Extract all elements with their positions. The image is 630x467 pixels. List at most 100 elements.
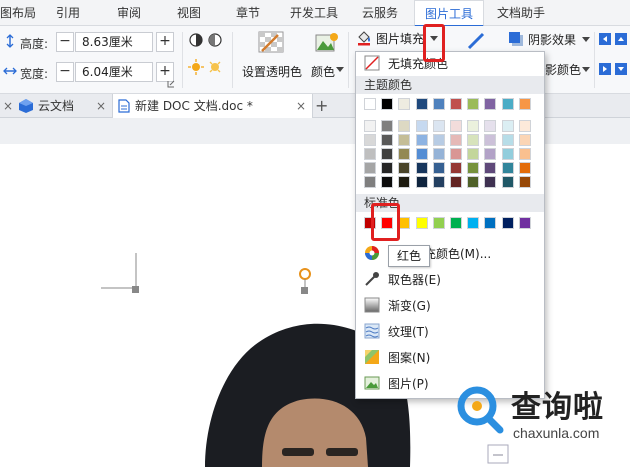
theme-shade-swatch[interactable] [433,134,445,146]
theme-shade-swatch[interactable] [450,162,462,174]
set-transparent-button[interactable]: 设置透明色 [242,63,302,80]
theme-shade-swatch[interactable] [398,134,410,146]
tab-doc-assistant[interactable]: 文档助手 [497,0,545,26]
theme-shade-swatch[interactable] [519,176,531,188]
tab-cloud-service[interactable]: 云服务 [362,0,398,26]
chevron-down-icon[interactable] [336,67,344,73]
theme-color-swatch[interactable] [433,98,445,110]
width-decrease-button[interactable]: − [56,62,74,82]
standard-color-swatch[interactable] [502,217,514,229]
theme-shade-swatch[interactable] [433,162,445,174]
dialog-launcher-icon[interactable] [167,80,175,88]
width-input[interactable]: 6.04厘米 [75,62,153,82]
shadow-effect-button[interactable]: 阴影效果 [528,31,576,48]
tab-layout[interactable]: 图布局 [0,0,36,26]
theme-shade-swatch[interactable] [381,162,393,174]
tab-review[interactable]: 审阅 [117,0,141,26]
theme-shade-swatch[interactable] [433,120,445,132]
theme-shade-swatch[interactable] [416,176,428,188]
shadow-effect-dropdown-icon[interactable] [582,37,590,43]
theme-color-swatch[interactable] [502,98,514,110]
brightness-up-icon[interactable] [188,59,204,75]
tab-picture-tools[interactable]: 图片工具 [414,0,485,27]
theme-shade-swatch[interactable] [502,120,514,132]
theme-color-swatch[interactable] [381,98,393,110]
theme-shade-swatch[interactable] [467,148,479,160]
theme-shade-swatch[interactable] [467,162,479,174]
theme-shade-swatch[interactable] [381,134,393,146]
theme-shade-swatch[interactable] [502,148,514,160]
eyedropper-item[interactable]: 取色器(E) [356,266,544,292]
theme-shade-swatch[interactable] [364,176,376,188]
theme-shade-swatch[interactable] [416,120,428,132]
theme-shade-swatch[interactable] [519,148,531,160]
brightness-down-icon[interactable] [207,59,223,75]
theme-shade-swatch[interactable] [502,162,514,174]
tab-view[interactable]: 视图 [177,0,201,26]
close-document-tab-icon[interactable]: × [296,94,306,118]
theme-shade-swatch[interactable] [519,134,531,146]
theme-shade-swatch[interactable] [450,148,462,160]
theme-color-swatch[interactable] [484,98,496,110]
width-increase-button[interactable]: + [156,62,174,82]
paint-bucket-icon[interactable] [356,30,372,46]
pattern-item[interactable]: 图案(N) [356,344,544,370]
theme-shade-swatch[interactable] [364,120,376,132]
nudge-up-icon[interactable] [614,32,628,46]
theme-color-swatch[interactable] [519,98,531,110]
theme-shade-swatch[interactable] [416,134,428,146]
theme-shade-swatch[interactable] [484,176,496,188]
theme-shade-swatch[interactable] [519,120,531,132]
contrast-icon[interactable] [188,32,204,48]
tab-references[interactable]: 引用 [56,0,80,26]
nudge-right-icon[interactable] [598,62,612,76]
line-style-icon[interactable] [467,32,485,50]
theme-shade-swatch[interactable] [364,148,376,160]
height-input[interactable]: 8.63厘米 [75,32,153,52]
standard-color-swatch[interactable] [467,217,479,229]
texture-item[interactable]: 纹理(T) [356,318,544,344]
theme-shade-swatch[interactable] [467,176,479,188]
picture-fill-button[interactable]: 图片填充 [376,30,424,47]
tab-developer[interactable]: 开发工具 [290,0,338,26]
height-increase-button[interactable]: + [156,32,174,52]
no-fill-item[interactable]: 无填充颜色 [356,52,544,74]
standard-color-swatch[interactable] [484,217,496,229]
more-colors-item[interactable]: 其他填充颜色(M)... [356,240,544,266]
theme-shade-swatch[interactable] [416,148,428,160]
set-transparent-icon[interactable] [258,31,284,55]
theme-shade-swatch[interactable] [398,120,410,132]
theme-shade-swatch[interactable] [450,134,462,146]
contrast-decrease-icon[interactable] [207,32,223,48]
new-tab-button[interactable]: + [315,94,328,118]
tab-chapter[interactable]: 章节 [236,0,260,26]
theme-color-swatch[interactable] [450,98,462,110]
theme-color-swatch[interactable] [364,98,376,110]
theme-shade-swatch[interactable] [416,162,428,174]
theme-shade-swatch[interactable] [467,120,479,132]
theme-shade-swatch[interactable] [484,134,496,146]
color-button[interactable]: 颜色 [311,63,335,80]
theme-shade-swatch[interactable] [364,162,376,174]
standard-color-swatch[interactable] [450,217,462,229]
theme-shade-swatch[interactable] [398,176,410,188]
theme-shade-swatch[interactable] [450,120,462,132]
standard-color-swatch[interactable] [519,217,531,229]
tab-cloud-docs[interactable]: 云文档 [38,94,74,118]
theme-color-swatch[interactable] [398,98,410,110]
theme-shade-swatch[interactable] [484,162,496,174]
theme-color-swatch[interactable] [416,98,428,110]
close-tab-icon[interactable]: × [3,99,13,113]
theme-shade-swatch[interactable] [381,176,393,188]
theme-shade-swatch[interactable] [381,148,393,160]
height-decrease-button[interactable]: − [56,32,74,52]
tab-document[interactable]: 新建 DOC 文档.doc * × [112,94,313,118]
theme-shade-swatch[interactable] [433,176,445,188]
nudge-left-icon[interactable] [598,32,612,46]
theme-shade-swatch[interactable] [467,134,479,146]
close-cloud-tab-icon[interactable]: × [96,99,106,113]
theme-shade-swatch[interactable] [484,148,496,160]
theme-shade-swatch[interactable] [450,176,462,188]
theme-shade-swatch[interactable] [484,120,496,132]
theme-shade-swatch[interactable] [381,120,393,132]
